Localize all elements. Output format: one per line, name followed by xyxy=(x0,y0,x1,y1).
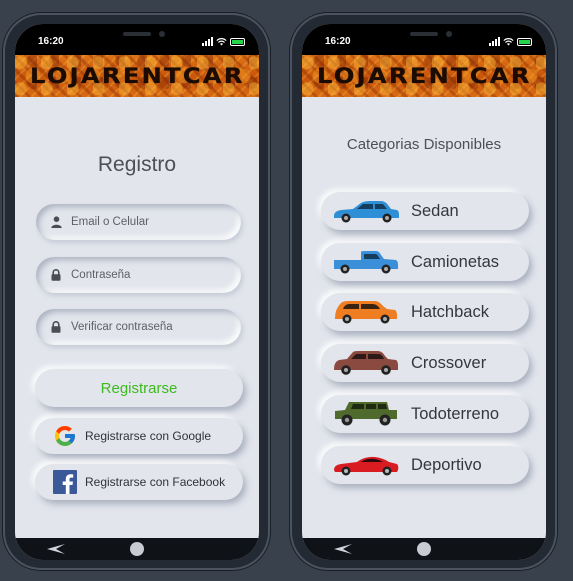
category-label: Crossover xyxy=(411,353,487,372)
crossover-car-icon xyxy=(334,351,398,375)
register-button[interactable]: Registrarse xyxy=(35,369,243,407)
home-button-icon[interactable] xyxy=(130,542,144,556)
back-icon[interactable] xyxy=(332,543,354,555)
facebook-icon xyxy=(53,470,77,494)
notch xyxy=(364,24,484,46)
category-sedan[interactable]: Sedan xyxy=(321,192,529,230)
email-field[interactable] xyxy=(36,204,241,240)
status-time: 16:20 xyxy=(38,36,64,47)
facebook-signup-label: Registrarse con Facebook xyxy=(85,475,226,489)
status-bar: 16:20 xyxy=(302,24,546,55)
notch xyxy=(77,24,197,46)
navigation-bar xyxy=(302,538,546,560)
wifi-icon xyxy=(216,38,227,46)
battery-icon xyxy=(230,38,245,46)
category-hatchback[interactable]: Hatchback xyxy=(321,293,529,331)
status-bar: 16:20 xyxy=(15,24,259,55)
google-signup-button[interactable]: Registrarse con Google xyxy=(35,418,243,454)
navigation-bar xyxy=(15,538,259,560)
password-input[interactable] xyxy=(71,265,241,285)
google-signup-label: Registrarse con Google xyxy=(85,429,212,443)
battery-icon xyxy=(517,38,532,46)
wifi-icon xyxy=(503,38,514,46)
sedan-car-icon xyxy=(334,201,399,223)
back-icon[interactable] xyxy=(45,543,67,555)
facebook-signup-button[interactable]: Registrarse con Facebook xyxy=(35,464,243,500)
phone-frame-right: 16:20 LOJARENTCAR Categorias Disponibles… xyxy=(290,13,557,570)
category-label: Todoterreno xyxy=(411,404,500,423)
category-todoterreno[interactable]: Todoterreno xyxy=(321,395,529,433)
category-label: Deportivo xyxy=(411,455,482,474)
offroad-car-icon xyxy=(335,402,397,426)
signal-icon xyxy=(489,37,500,46)
brand-header: LOJARENTCAR xyxy=(15,55,259,97)
lock-icon xyxy=(50,321,62,333)
user-icon xyxy=(50,216,62,228)
brand-logo: LOJARENTCAR xyxy=(316,64,532,88)
register-button-label: Registrarse xyxy=(100,379,178,397)
category-label: Sedan xyxy=(411,201,459,220)
category-camionetas[interactable]: Camionetas xyxy=(321,243,529,281)
hatchback-car-icon xyxy=(335,301,397,324)
category-label: Camionetas xyxy=(411,252,500,271)
password-field[interactable] xyxy=(36,257,241,293)
category-deportivo[interactable]: Deportivo xyxy=(321,446,529,484)
brand-logo: LOJARENTCAR xyxy=(29,64,245,88)
email-input[interactable] xyxy=(71,212,241,232)
page-title: Registro xyxy=(97,153,177,176)
category-crossover[interactable]: Crossover xyxy=(321,344,529,382)
sports-car-icon xyxy=(334,456,399,476)
lock-icon xyxy=(50,269,62,281)
confirm-password-field[interactable] xyxy=(36,309,241,345)
categories-screen: 16:20 LOJARENTCAR Categorias Disponibles… xyxy=(302,24,546,560)
pickup-truck-icon xyxy=(334,251,398,274)
phone-frame-left: 16:20 LOJARENTCAR Registro Email o Celul… xyxy=(3,13,270,570)
categories-title: Categorias Disponibles xyxy=(346,136,502,153)
status-time: 16:20 xyxy=(325,36,351,47)
confirm-password-input[interactable] xyxy=(71,317,241,337)
home-button-icon[interactable] xyxy=(417,542,431,556)
register-screen: 16:20 LOJARENTCAR Registro Email o Celul… xyxy=(15,24,259,560)
signal-icon xyxy=(202,37,213,46)
brand-header: LOJARENTCAR xyxy=(302,55,546,97)
category-label: Hatchback xyxy=(411,302,489,321)
google-icon xyxy=(55,426,75,446)
